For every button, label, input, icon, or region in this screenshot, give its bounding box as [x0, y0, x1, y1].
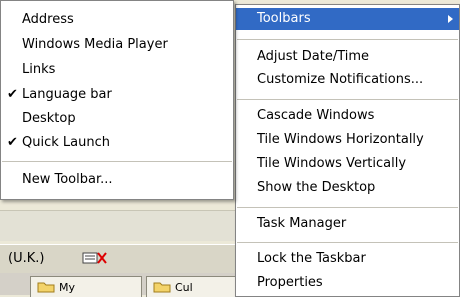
menu-separator	[237, 39, 458, 40]
submenu-item-label: Windows Media Player	[22, 37, 168, 52]
submenu-item-label: Links	[22, 62, 56, 77]
menu-item-label: Cascade Windows	[257, 108, 375, 123]
menu-item-cascade-windows[interactable]: Cascade Windows	[236, 105, 459, 127]
folder-icon	[153, 282, 171, 293]
submenu-item-label: Desktop	[22, 111, 76, 126]
language-bar[interactable]: (U.K.)	[0, 244, 245, 274]
menu-item-label: Adjust Date/Time	[257, 49, 370, 64]
menu-item-lock-taskbar[interactable]: Lock the Taskbar	[236, 248, 459, 270]
language-indicator[interactable]: (U.K.)	[8, 251, 44, 266]
keyboard-error-icon[interactable]	[82, 250, 108, 266]
menu-separator	[237, 242, 458, 243]
menu-item-label: Toolbars	[257, 11, 311, 26]
taskbar-button-label: My	[59, 281, 76, 294]
menu-item-adjust-date-time[interactable]: Adjust Date/Time	[236, 46, 459, 68]
taskbar-button-my[interactable]: My	[30, 276, 142, 297]
menu-item-label: Customize Notifications...	[257, 72, 424, 87]
submenu-item-language-bar[interactable]: ✔ Language bar	[1, 84, 233, 106]
submenu-item-label: Address	[22, 12, 74, 27]
taskbar-buttons: My Cul	[0, 273, 247, 297]
menu-item-label: Task Manager	[257, 216, 347, 231]
menu-item-customize-notifications[interactable]: Customize Notifications...	[236, 69, 459, 91]
submenu-item-links[interactable]: Links	[1, 59, 233, 81]
submenu-item-address[interactable]: Address	[1, 9, 233, 31]
menu-item-tile-horizontally[interactable]: Tile Windows Horizontally	[236, 129, 459, 151]
taskbar-button-label: Cul	[175, 281, 193, 294]
menu-separator	[237, 207, 458, 208]
taskbar-button-cul[interactable]: Cul	[146, 276, 247, 297]
submenu-item-new-toolbar[interactable]: New Toolbar...	[1, 169, 233, 191]
submenu-arrow-icon	[448, 15, 453, 23]
menu-item-toolbars[interactable]: Toolbars	[236, 8, 459, 30]
submenu-item-windows-media-player[interactable]: Windows Media Player	[1, 34, 233, 56]
menu-item-tile-vertically[interactable]: Tile Windows Vertically	[236, 153, 459, 175]
submenu-item-label: Quick Launch	[22, 135, 110, 150]
taskbar-context-menu: Toolbars Adjust Date/Time Customize Noti…	[235, 4, 460, 297]
taskbar-upper-band	[0, 210, 245, 241]
menu-item-label: Tile Windows Horizontally	[257, 132, 424, 147]
folder-icon	[37, 282, 55, 293]
toolbars-submenu: Address Windows Media Player Links ✔ Lan…	[0, 0, 234, 200]
submenu-item-label: Language bar	[22, 87, 112, 102]
submenu-separator	[2, 161, 232, 162]
submenu-item-quick-launch[interactable]: ✔ Quick Launch	[1, 132, 233, 154]
submenu-item-label: New Toolbar...	[22, 172, 113, 187]
menu-separator	[237, 99, 458, 100]
menu-item-label: Show the Desktop	[257, 180, 376, 195]
menu-item-label: Tile Windows Vertically	[257, 156, 407, 171]
menu-item-task-manager[interactable]: Task Manager	[236, 213, 459, 235]
submenu-item-desktop[interactable]: Desktop	[1, 108, 233, 130]
menu-item-label: Lock the Taskbar	[257, 251, 366, 266]
menu-item-show-desktop[interactable]: Show the Desktop	[236, 177, 459, 199]
checkmark-icon: ✔	[7, 135, 18, 150]
menu-item-label: Properties	[257, 275, 323, 290]
menu-item-properties[interactable]: Properties	[236, 272, 459, 294]
checkmark-icon: ✔	[7, 87, 18, 102]
